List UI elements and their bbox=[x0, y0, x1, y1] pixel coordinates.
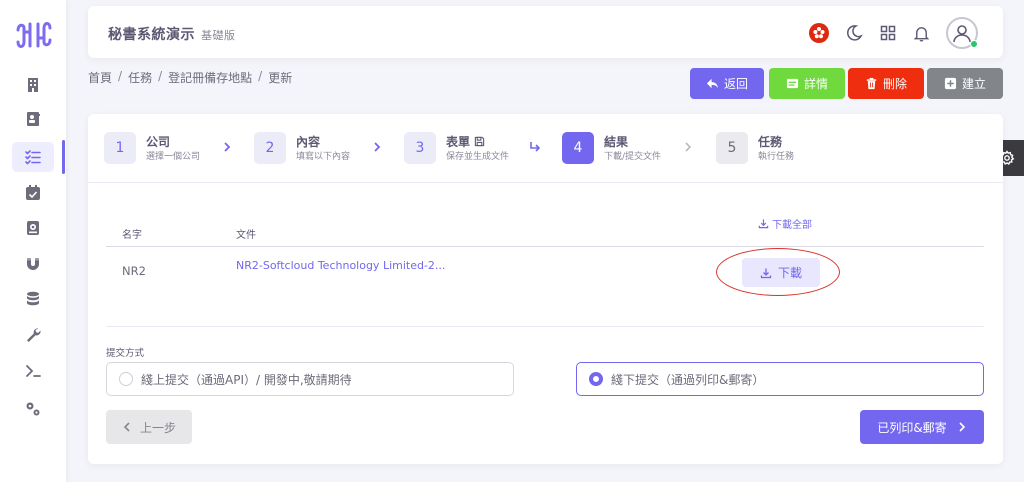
step-result[interactable]: 4 結果 下載/提交文件 bbox=[562, 132, 661, 164]
breadcrumb-home[interactable]: 首頁 bbox=[88, 69, 112, 86]
delete-button-label: 刪除 bbox=[882, 77, 907, 91]
trash-icon bbox=[866, 77, 877, 90]
row-file-link[interactable]: NR2-Softcloud Technology Limited-2... bbox=[236, 259, 445, 272]
table-header-divider bbox=[106, 246, 984, 247]
chevron-right-icon bbox=[685, 142, 692, 152]
step-subtitle: 執行任務 bbox=[758, 151, 795, 162]
chevron-right-icon bbox=[959, 422, 965, 432]
printed-mailed-button[interactable]: 已列印&郵寄 bbox=[860, 410, 984, 444]
download-all-label: 下載全部 bbox=[772, 220, 812, 231]
step-title: 公司 bbox=[146, 134, 171, 149]
reply-arrow-icon bbox=[706, 78, 719, 89]
step-title: 表單 bbox=[446, 135, 509, 149]
app-title-text: 秘書系統演示 bbox=[108, 27, 195, 43]
nav-active-indicator bbox=[62, 140, 65, 174]
step-title: 結果 bbox=[604, 134, 629, 149]
nav-wrench-icon[interactable] bbox=[12, 320, 54, 350]
nav-terminal-icon[interactable] bbox=[12, 356, 54, 386]
delete-button[interactable]: 刪除 bbox=[848, 68, 924, 99]
nav-calendar-icon[interactable] bbox=[12, 178, 54, 208]
step-number: 5 bbox=[716, 132, 748, 164]
step-subtitle: 下載/提交文件 bbox=[604, 151, 662, 162]
app-logo-icon[interactable] bbox=[12, 18, 56, 52]
offline-submission-option[interactable]: 綫下提交（通過列印&郵寄） bbox=[576, 362, 984, 396]
previous-step-label: 上一步 bbox=[139, 420, 176, 435]
app-edition: 基礎版 bbox=[201, 29, 236, 42]
breadcrumb-tasks[interactable]: 任務 bbox=[128, 69, 152, 86]
row-name: NR2 bbox=[122, 264, 146, 278]
user-avatar-icon bbox=[953, 25, 971, 43]
radio-button-checked[interactable] bbox=[589, 372, 603, 386]
step-task[interactable]: 5 任務 執行任務 bbox=[716, 132, 794, 164]
breadcrumb-separator: / bbox=[158, 69, 163, 83]
section-divider bbox=[106, 326, 984, 327]
nav-contacts-icon[interactable] bbox=[12, 104, 54, 134]
save-floppy-icon bbox=[474, 136, 485, 147]
breadcrumb: 首頁 / 任務 / 登記冊備存地點 / 更新 bbox=[88, 69, 292, 86]
create-button[interactable]: 建立 bbox=[927, 68, 1003, 99]
printed-mailed-label: 已列印&郵寄 bbox=[877, 420, 947, 435]
breadcrumb-update: 更新 bbox=[268, 71, 293, 85]
step-form[interactable]: 3 表單 保存並生成文件 bbox=[404, 132, 509, 164]
details-button[interactable]: 詳情 bbox=[769, 68, 845, 99]
highlight-circle-annotation bbox=[716, 248, 840, 296]
back-button-label: 返回 bbox=[723, 77, 748, 91]
user-avatar[interactable] bbox=[946, 17, 978, 49]
add-square-icon bbox=[944, 77, 957, 90]
nav-company-icon[interactable] bbox=[12, 70, 54, 100]
wizard-card: 1 公司 選擇一個公司 2 內容 填寫以下內容 3 表單 保存並生成文件 4 結… bbox=[88, 114, 1003, 464]
online-submission-label: 綫上提交（通過API）/ 開發中,敬請期待 bbox=[141, 372, 352, 387]
step-number: 1 bbox=[104, 132, 136, 164]
apps-grid-icon[interactable] bbox=[877, 22, 899, 44]
download-icon bbox=[758, 219, 769, 229]
online-submission-option[interactable]: 綫上提交（通過API）/ 開發中,敬請期待 bbox=[106, 362, 514, 396]
step-subtitle: 選擇一個公司 bbox=[146, 151, 201, 162]
radio-button[interactable] bbox=[119, 372, 133, 386]
offline-submission-label: 綫下提交（通過列印&郵寄） bbox=[611, 372, 765, 387]
step-subtitle: 保存並生成文件 bbox=[446, 151, 510, 162]
app-title: 秘書系統演示 基礎版 bbox=[108, 24, 236, 44]
chevron-right-icon bbox=[374, 142, 381, 152]
stepper-divider bbox=[88, 182, 1003, 183]
notification-bell-icon[interactable] bbox=[910, 22, 932, 44]
breadcrumb-separator: / bbox=[118, 69, 123, 83]
top-navbar: 秘書系統演示 基礎版 bbox=[88, 6, 1003, 58]
step-content[interactable]: 2 內容 填寫以下內容 bbox=[254, 132, 350, 164]
chevron-right-icon bbox=[224, 142, 231, 152]
nav-tasks-icon[interactable] bbox=[12, 142, 54, 172]
nav-magnet-icon[interactable] bbox=[12, 249, 54, 279]
download-all-link[interactable]: 下載全部 bbox=[758, 216, 812, 231]
create-button-label: 建立 bbox=[961, 77, 986, 91]
nav-database-icon[interactable] bbox=[12, 284, 54, 314]
dark-mode-moon-icon[interactable] bbox=[843, 22, 865, 44]
breadcrumb-separator: / bbox=[258, 69, 263, 83]
online-status-dot bbox=[970, 40, 978, 48]
column-header-name: 名字 bbox=[122, 230, 142, 241]
breadcrumb-register-location[interactable]: 登記冊備存地點 bbox=[168, 69, 252, 86]
corner-down-right-icon bbox=[530, 142, 541, 152]
details-button-label: 詳情 bbox=[803, 77, 828, 91]
nav-register-icon[interactable] bbox=[12, 213, 54, 243]
step-company[interactable]: 1 公司 選擇一個公司 bbox=[104, 132, 200, 164]
details-card-icon bbox=[786, 78, 799, 89]
back-button[interactable]: 返回 bbox=[690, 68, 764, 99]
step-number: 3 bbox=[404, 132, 436, 164]
step-title: 任務 bbox=[758, 134, 783, 149]
nav-settings-icon[interactable] bbox=[12, 394, 54, 424]
step-subtitle: 填寫以下內容 bbox=[296, 151, 351, 162]
hk-flag-icon[interactable] bbox=[808, 22, 830, 44]
column-header-file: 文件 bbox=[236, 230, 256, 241]
previous-step-button[interactable]: 上一步 bbox=[106, 410, 192, 444]
sidebar bbox=[0, 0, 66, 482]
chevron-left-icon bbox=[123, 422, 130, 432]
step-number: 4 bbox=[562, 132, 594, 164]
step-title: 內容 bbox=[296, 134, 321, 149]
step-title-text: 表單 bbox=[446, 134, 471, 149]
step-number: 2 bbox=[254, 132, 286, 164]
submission-method-label: 提交方式 bbox=[106, 348, 145, 359]
